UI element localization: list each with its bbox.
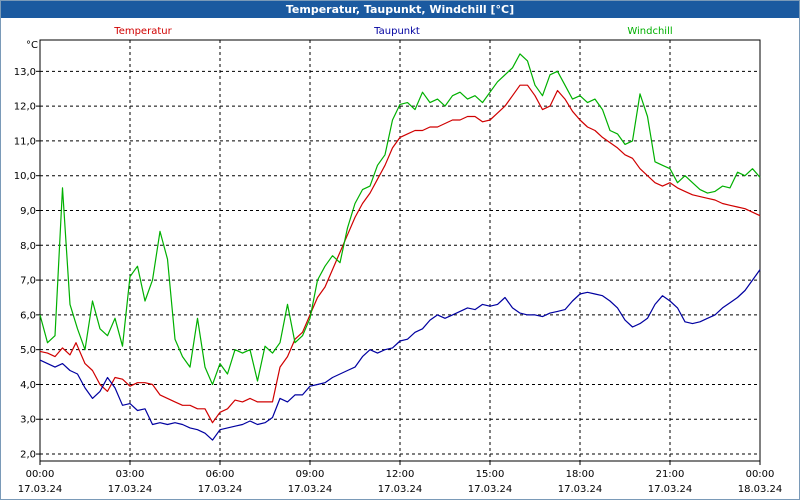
y-tick-label: 8,0 <box>20 241 36 252</box>
x-tick-time-label: 18:00 <box>566 469 595 480</box>
y-tick-label: 11,0 <box>14 136 36 147</box>
x-tick-time-label: 09:00 <box>296 469 325 480</box>
grid <box>40 40 760 461</box>
axes <box>36 39 761 465</box>
y-tick-label: 2,0 <box>20 450 36 461</box>
y-axis-unit-label: °C <box>26 40 38 51</box>
x-tick-time-label: 21:00 <box>656 469 685 480</box>
x-tick-date-label: 17.03.24 <box>378 484 423 495</box>
x-tick-time-label: 00:00 <box>26 469 55 480</box>
y-tick-label: 12,0 <box>14 102 36 113</box>
legend-item-temperatur: Temperatur <box>113 26 172 37</box>
y-tick-label: 10,0 <box>14 171 36 182</box>
y-tick-label: 4,0 <box>20 380 36 391</box>
x-tick-time-label: 15:00 <box>476 469 505 480</box>
y-tick-label: 7,0 <box>20 276 36 287</box>
x-tick-date-label: 17.03.24 <box>648 484 693 495</box>
x-tick-time-label: 06:00 <box>206 469 235 480</box>
x-tick-time-label: 12:00 <box>386 469 415 480</box>
x-tick-date-label: 17.03.24 <box>108 484 153 495</box>
y-tick-label: 5,0 <box>20 345 36 356</box>
x-tick-date-label: 18.03.24 <box>738 484 783 495</box>
x-tick-date-label: 17.03.24 <box>18 484 63 495</box>
y-tick-label: 9,0 <box>20 206 36 217</box>
legend: Temperatur Taupunkt Windchill <box>113 26 672 37</box>
x-tick-time-label: 00:00 <box>746 469 775 480</box>
y-tick-label: 13,0 <box>14 67 36 78</box>
x-tick-date-label: 17.03.24 <box>558 484 603 495</box>
x-tick-date-label: 17.03.24 <box>288 484 333 495</box>
x-tick-date-label: 17.03.24 <box>468 484 513 495</box>
y-tick-label: 3,0 <box>20 415 36 426</box>
y-tick-label: 6,0 <box>20 310 36 321</box>
x-tick-time-label: 03:00 <box>116 469 145 480</box>
line-chart: Temperatur Taupunkt Windchill 2,0 3,0 4,0 5,0… <box>14 26 783 495</box>
legend-item-windchill: Windchill <box>627 26 672 37</box>
legend-item-taupunkt: Taupunkt <box>373 26 420 37</box>
x-tick-date-label: 17.03.24 <box>198 484 243 495</box>
